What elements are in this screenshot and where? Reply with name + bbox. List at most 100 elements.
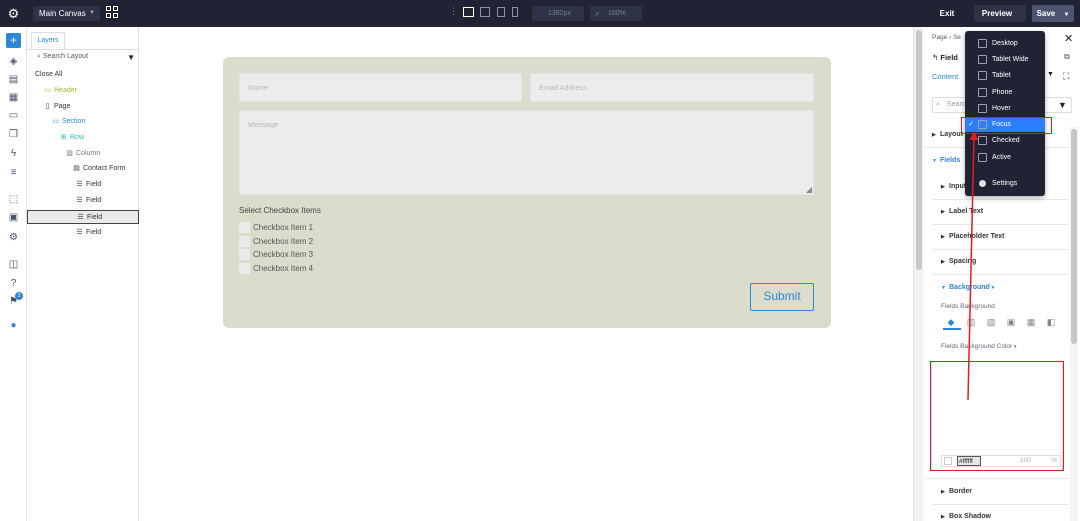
group-spacing[interactable]: ▶ Spacing (941, 258, 1076, 265)
desktop-view-icon[interactable] (463, 7, 474, 17)
layer-item[interactable]: ▤ Contact Form (27, 162, 139, 176)
group-label-text[interactable]: ▶ Label Text (941, 208, 1076, 215)
state-menu-item-tablet-wide[interactable]: Tablet Wide (965, 52, 1045, 67)
phone-view-icon[interactable] (512, 7, 518, 17)
exit-button[interactable]: Exit (927, 5, 967, 22)
chevron-down-icon[interactable]: ▼ (1063, 12, 1069, 18)
canvas-select[interactable]: Main Canvas ▼ (33, 6, 100, 21)
layers-tab[interactable]: Layers (31, 32, 65, 50)
checkbox[interactable] (239, 249, 250, 261)
modules-icon[interactable]: ▣ (8, 212, 19, 223)
state-menu-item-desktop[interactable]: Desktop (965, 36, 1045, 51)
state-menu-label: Desktop (992, 40, 1018, 47)
preview-button[interactable]: Preview (974, 5, 1026, 22)
filter-icon[interactable]: ▼ (127, 53, 135, 62)
pages-icon[interactable]: ▤ (8, 74, 19, 85)
breadcrumb[interactable]: Page › Se (932, 34, 961, 41)
contact-form[interactable]: Name Email Address Message ◢ Select Chec… (223, 57, 831, 328)
video-icon[interactable]: ▣ (1006, 317, 1016, 327)
layer-item-label: Page (54, 103, 71, 110)
field-icon: ☰ (76, 197, 83, 204)
canvas-scrollbar[interactable] (913, 27, 923, 521)
filter-icon[interactable]: ▼ (1058, 100, 1067, 110)
checkbox-item[interactable]: Checkbox Item 3 (239, 249, 313, 261)
state-menu-item-phone[interactable]: Phone (965, 85, 1045, 100)
checkbox-group-title: Select Checkbox Items (239, 206, 321, 215)
zoom-field[interactable]: ⌕ 100% (590, 6, 642, 21)
layer-item[interactable]: ☰ Field (27, 194, 139, 208)
settings-icon[interactable]: ⚙ (8, 232, 19, 243)
grid-icon[interactable] (106, 6, 119, 19)
name-field[interactable]: Name (239, 73, 522, 102)
group-border[interactable]: ▶ Border (941, 488, 1076, 495)
chevron-down-icon[interactable]: ▼ (1047, 71, 1054, 78)
close-all-link[interactable]: Close All (27, 68, 139, 82)
state-menu-item-hover[interactable]: Hover (965, 101, 1045, 116)
canvas-width-field[interactable]: 1382px (532, 6, 584, 21)
checkbox-item[interactable]: Checkbox Item 2 (239, 235, 313, 247)
layer-item[interactable]: ☰ Field (27, 210, 139, 224)
layer-item-label: Field (86, 197, 102, 204)
group-background[interactable]: ▼ Background ▾ (941, 284, 1076, 291)
message-field[interactable]: Message ◢ (239, 110, 814, 195)
state-menu-label: Active (992, 154, 1012, 161)
tablet-view-icon[interactable] (497, 7, 505, 17)
group-input-label: Input (949, 183, 967, 190)
settings-scrollbar[interactable] (1070, 127, 1078, 521)
fullscreen-icon[interactable]: ⛶ (1063, 71, 1069, 82)
layer-item[interactable]: ▥ Column (27, 147, 139, 161)
close-icon[interactable]: ✕ (1064, 32, 1073, 45)
tab-content[interactable]: Content (932, 72, 958, 81)
state-menu-item-active[interactable]: Active (965, 150, 1045, 165)
add-icon[interactable]: + (6, 33, 21, 48)
scrollbar-thumb[interactable] (1071, 129, 1077, 344)
state-menu-label: Tablet (992, 72, 1011, 79)
history-icon[interactable]: ◫ (8, 259, 19, 270)
checkbox[interactable] (239, 235, 250, 247)
gear-icon[interactable]: ⚙ (6, 6, 21, 21)
toggle-icon[interactable]: ● (8, 320, 19, 331)
document-icon[interactable]: ▭ (8, 110, 19, 121)
left-rail: + ◈ ▤ ▦ ▭ ❐ ϟ ≡ ⬚ ▣ ⚙ ◫ ? ⚑ 3 ● (0, 27, 27, 521)
save-button[interactable]: Save ▼ (1032, 5, 1074, 22)
mask-icon[interactable]: ◧ (1046, 317, 1056, 327)
field-icon: ☰ (77, 214, 84, 221)
group-placeholder-text[interactable]: ▶ Placeholder Text (941, 233, 1076, 240)
copy-icon[interactable]: ❐ (8, 129, 19, 140)
layer-item[interactable]: ⊞ Row (27, 131, 139, 145)
paint-bucket-icon[interactable]: ◆ (946, 317, 956, 327)
image-icon[interactable]: ▨ (986, 317, 996, 327)
group-placeholder-text-label: Placeholder Text (949, 233, 1005, 240)
layer-item[interactable]: ☰ Field (27, 178, 139, 192)
layer-item[interactable]: ☰ Field (27, 226, 139, 240)
gradient-icon[interactable]: ▥ (966, 317, 976, 327)
checkbox-item[interactable]: Checkbox Item 4 (239, 263, 313, 275)
checkbox[interactable] (239, 263, 250, 275)
layer-item[interactable]: ▭ Section (27, 115, 139, 129)
group-box-shadow[interactable]: ▶ Box Shadow (941, 513, 1076, 520)
resize-handle-icon[interactable]: ◢ (806, 185, 812, 194)
state-menu-item-tablet[interactable]: Tablet (965, 68, 1045, 83)
state-menu-item-checked[interactable]: Checked (965, 133, 1045, 148)
layer-item[interactable]: ▯ Page (27, 100, 139, 114)
panel-title: ↰ Field (932, 53, 958, 62)
checkbox-item[interactable]: Checkbox Item 1 (239, 222, 313, 233)
state-menu-item-settings[interactable]: Settings (965, 176, 1045, 191)
email-field[interactable]: Email Address (530, 73, 814, 102)
layers-icon[interactable]: ◈ (8, 56, 19, 67)
more-vertical-icon[interactable]: ⋮ (449, 6, 458, 17)
bolt-icon[interactable]: ϟ (8, 148, 19, 159)
submit-button[interactable]: Submit (750, 283, 814, 311)
layers-search[interactable]: ⌕ Search Layout ▼ (37, 53, 137, 65)
select-icon[interactable]: ⬚ (8, 194, 19, 205)
sliders-icon[interactable]: ≡ (8, 167, 19, 178)
pattern-icon[interactable]: ▦ (1026, 317, 1036, 327)
panel-layout-icon[interactable]: ⧉ (1064, 52, 1070, 62)
help-icon[interactable]: ? (8, 278, 19, 289)
checkbox[interactable] (239, 222, 250, 233)
layer-item[interactable]: ▭ Header (27, 84, 139, 98)
database-icon[interactable]: ▦ (8, 92, 19, 103)
scrollbar-thumb[interactable] (916, 30, 922, 270)
desktop-icon (978, 39, 987, 48)
tablet-wide-view-icon[interactable] (480, 7, 490, 17)
